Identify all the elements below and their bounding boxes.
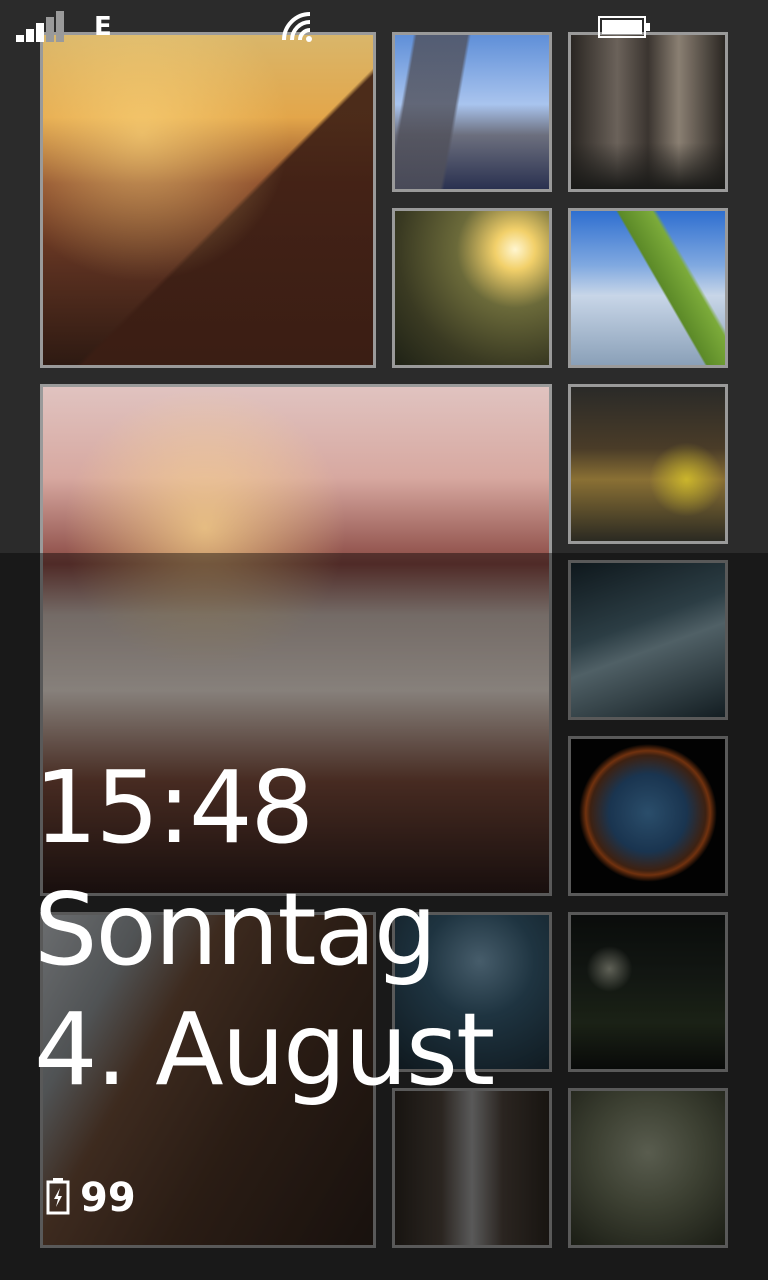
photo-tile-pagoda-wall-sunset — [40, 32, 376, 368]
lockscreen-weekday: Sonntag — [34, 871, 437, 988]
photo-tile-grasshopper-blue-sky — [568, 208, 728, 368]
network-type-label: E — [94, 12, 112, 42]
photo-tile-excavator-night — [568, 384, 728, 544]
status-bar: E — [0, 0, 768, 56]
wifi-icon — [280, 10, 316, 46]
battery-status: 99 — [46, 1175, 136, 1221]
lockscreen-date: 4. August — [34, 991, 495, 1108]
lockscreen-time: 15:48 — [34, 749, 314, 866]
photo-tile-sunburst-ruins — [392, 208, 552, 368]
battery-icon — [598, 16, 652, 42]
photo-tile-cathedral-interior — [568, 32, 728, 192]
photo-tile-tower-bridge — [392, 32, 552, 192]
battery-charging-icon — [46, 1177, 70, 1219]
battery-percent: 99 — [80, 1175, 136, 1221]
signal-strength-icon — [16, 10, 64, 42]
